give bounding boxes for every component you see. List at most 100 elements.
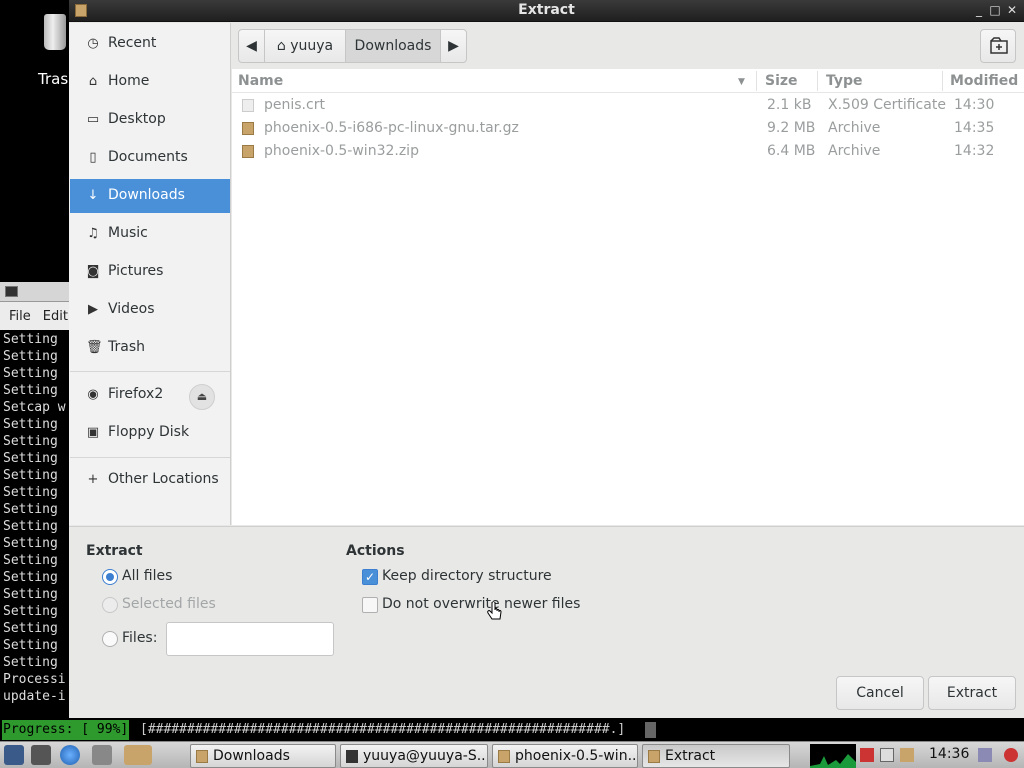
eject-button[interactable]: ⏏ — [189, 384, 215, 410]
sidebar-item-label: Other Locations — [108, 471, 219, 487]
all-files-radio[interactable] — [102, 569, 118, 585]
maximize-button[interactable]: □ — [988, 3, 1002, 17]
progress-label: Progress: [ 99%] — [2, 720, 130, 740]
path-segment-label: Downloads — [354, 38, 432, 54]
cancel-button[interactable]: Cancel — [836, 676, 924, 710]
file-list-header: Name ▼ Size Type Modified — [232, 69, 1024, 93]
file-name: penis.crt — [264, 97, 325, 113]
archive-icon — [242, 122, 254, 135]
chevron-right-icon: ▶ — [448, 38, 459, 54]
file-type: Archive — [828, 120, 881, 136]
clipboard-icon[interactable] — [900, 748, 914, 762]
archive-icon — [648, 750, 660, 763]
file-modified: 14:35 — [954, 120, 995, 136]
sidebar-item-floppy[interactable]: ▣ Floppy Disk — [70, 416, 230, 450]
keep-directory-label[interactable]: Keep directory structure — [382, 568, 552, 584]
cpu-monitor-graph — [810, 744, 856, 768]
task-terminal[interactable]: yuuya@yuuya-S... — [340, 744, 488, 768]
column-header-type[interactable]: Type — [826, 73, 863, 89]
new-folder-icon — [990, 37, 1008, 54]
file-type: X.509 Certificate — [828, 97, 946, 113]
download-icon: ↓ — [87, 188, 99, 203]
sidebar-item-label: Trash — [108, 339, 145, 355]
hand-pointer-icon — [487, 602, 502, 620]
terminal-menu-file[interactable]: File — [9, 309, 31, 324]
files-pattern-input[interactable] — [166, 622, 334, 656]
file-manager-launcher-icon[interactable] — [124, 745, 152, 765]
sidebar-item-other-locations[interactable]: + Other Locations — [70, 463, 230, 497]
dialog-titlebar[interactable]: Extract _ □ ✕ — [69, 0, 1024, 22]
file-row[interactable]: phoenix-0.5-i686-pc-linux-gnu.tar.gz 9.2… — [232, 117, 1024, 140]
terminal-launcher-icon[interactable] — [31, 745, 51, 765]
plus-icon: + — [87, 472, 99, 487]
task-extract[interactable]: Extract — [642, 744, 790, 768]
files-radio[interactable] — [102, 631, 118, 647]
terminal-progress-line: Progress: [ 99%] [######################… — [0, 720, 1024, 740]
file-row[interactable]: penis.crt 2.1 kB X.509 Certificate 14:30 — [232, 94, 1024, 117]
no-overwrite-label[interactable]: Do not overwrite newer files — [382, 596, 580, 612]
show-desktop-icon[interactable] — [92, 745, 112, 765]
sidebar-item-downloads[interactable]: ↓ Downloads — [70, 179, 230, 213]
sidebar-item-firefox2[interactable]: ◉ Firefox2 ⏏ — [70, 378, 230, 412]
sidebar-item-videos[interactable]: ▶ Videos — [70, 293, 230, 327]
terminal-menu-edit[interactable]: Edit — [43, 309, 68, 324]
archive-icon — [498, 750, 510, 763]
sidebar-item-pictures[interactable]: ◙ Pictures — [70, 255, 230, 289]
file-list: Name ▼ Size Type Modified penis.crt 2.1 … — [232, 69, 1024, 525]
no-overwrite-checkbox[interactable] — [362, 597, 378, 613]
network-error-icon[interactable] — [860, 748, 874, 762]
sidebar-item-music[interactable]: ♫ Music — [70, 217, 230, 251]
sidebar-item-label: Pictures — [108, 263, 164, 279]
floppy-icon: ▣ — [86, 425, 100, 440]
sidebar-item-label: Documents — [108, 149, 188, 165]
task-label: phoenix-0.5-win... — [515, 748, 638, 764]
task-archive[interactable]: phoenix-0.5-win... — [492, 744, 638, 768]
folder-icon: ▭ — [86, 112, 100, 127]
sidebar-item-recent[interactable]: ◷ Recent — [70, 27, 230, 61]
files-label[interactable]: Files: — [122, 630, 157, 646]
search-icon[interactable] — [880, 748, 894, 762]
task-downloads[interactable]: Downloads — [190, 744, 336, 768]
path-forward-button[interactable]: ▶ — [440, 29, 467, 63]
extract-heading: Extract — [86, 543, 143, 559]
path-back-button[interactable]: ◀ — [238, 29, 265, 63]
task-label: Downloads — [213, 748, 290, 764]
actions-heading: Actions — [346, 543, 405, 559]
file-modified: 14:30 — [954, 97, 995, 113]
column-header-modified[interactable]: Modified — [950, 73, 1018, 89]
chevron-left-icon: ◀ — [246, 38, 257, 54]
sidebar-item-label: Music — [108, 225, 148, 241]
music-icon: ♫ — [87, 226, 99, 241]
browser-launcher-icon[interactable] — [60, 745, 80, 765]
menu-launcher-icon[interactable] — [4, 745, 24, 765]
extract-button[interactable]: Extract — [928, 676, 1016, 710]
file-name: phoenix-0.5-i686-pc-linux-gnu.tar.gz — [264, 120, 519, 136]
document-icon: ▯ — [89, 150, 97, 165]
column-separator — [756, 71, 757, 91]
sidebar-item-trash[interactable]: 🗑 Trash — [70, 331, 230, 365]
close-button[interactable]: ✕ — [1005, 3, 1019, 17]
new-folder-button[interactable] — [980, 29, 1016, 63]
progress-bar: [#######################################… — [140, 722, 626, 737]
column-header-size[interactable]: Size — [765, 73, 798, 89]
video-icon: ▶ — [88, 302, 98, 317]
path-segment-downloads[interactable]: Downloads — [345, 29, 441, 63]
file-row[interactable]: phoenix-0.5-win32.zip 6.4 MB Archive 14:… — [232, 140, 1024, 163]
path-segment-home[interactable]: ⌂ yuuya — [264, 29, 346, 63]
all-files-label[interactable]: All files — [122, 568, 172, 584]
sidebar-item-desktop[interactable]: ▭ Desktop — [70, 103, 230, 137]
user-icon[interactable] — [978, 748, 992, 762]
column-header-name[interactable]: Name — [238, 73, 283, 89]
sidebar-item-label: Recent — [108, 35, 157, 51]
terminal-cursor — [645, 722, 656, 738]
sidebar-item-label: Firefox2 — [108, 386, 164, 402]
sidebar-item-documents[interactable]: ▯ Documents — [70, 141, 230, 175]
sidebar-item-label: Videos — [108, 301, 155, 317]
power-icon[interactable] — [1004, 748, 1018, 762]
file-type: Archive — [828, 143, 881, 159]
sidebar-item-home[interactable]: ⌂ Home — [70, 65, 230, 99]
file-size: 9.2 MB — [767, 120, 816, 136]
keep-directory-checkbox[interactable]: ✓ — [362, 569, 378, 585]
clock[interactable]: 14:36 — [929, 746, 969, 762]
minimize-button[interactable]: _ — [972, 3, 986, 17]
